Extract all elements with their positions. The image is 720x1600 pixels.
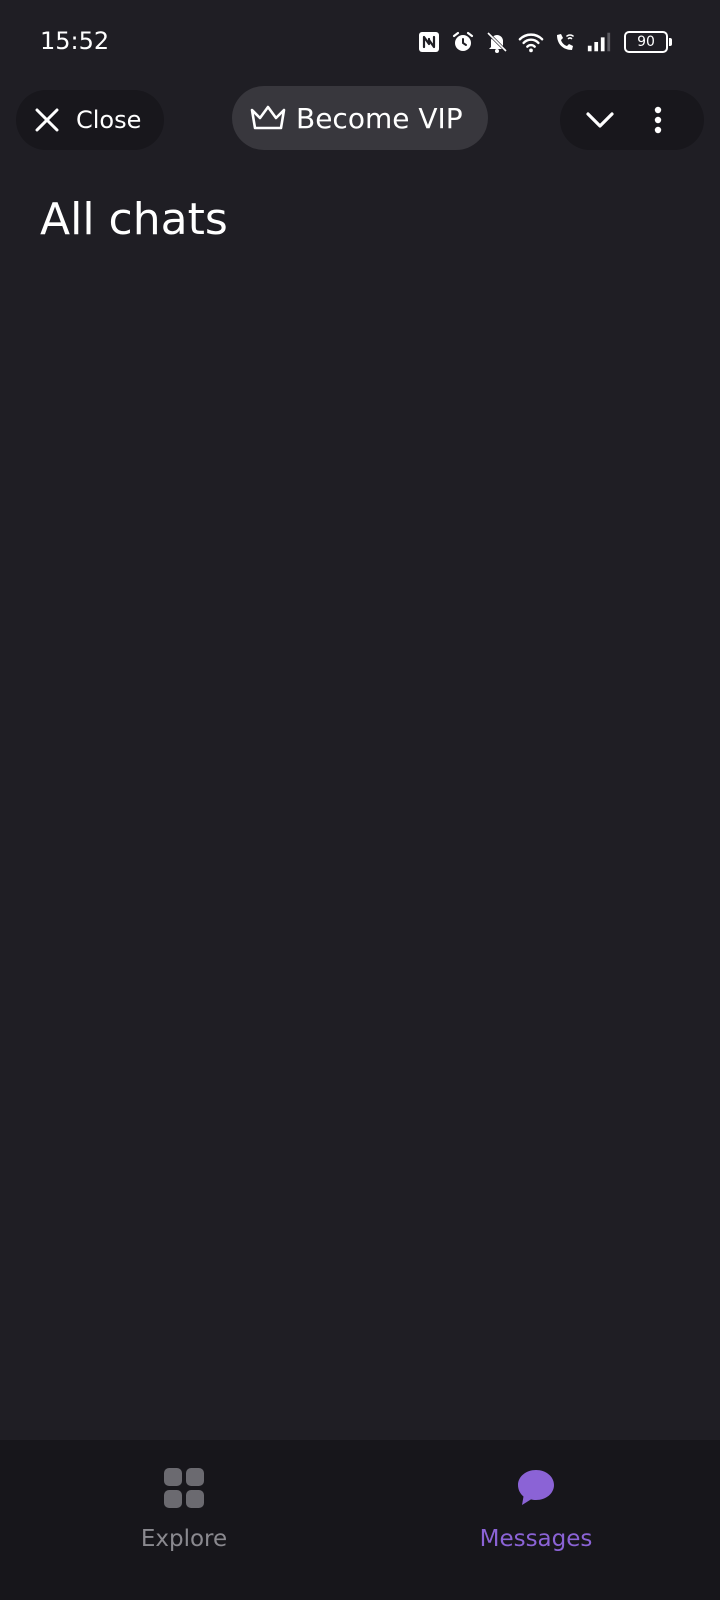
toolbar-actions bbox=[560, 90, 704, 150]
status-bar: 15:52 90 bbox=[0, 0, 720, 84]
become-vip-button[interactable]: Become VIP bbox=[232, 86, 488, 150]
nav-item-explore[interactable]: Explore bbox=[84, 1460, 284, 1580]
page-title: All chats bbox=[40, 194, 228, 245]
nfc-icon bbox=[416, 29, 442, 55]
grid-icon bbox=[160, 1464, 208, 1512]
bottom-nav: Explore Messages bbox=[0, 1440, 720, 1600]
chat-bubble-icon bbox=[512, 1464, 560, 1512]
battery-icon: 90 bbox=[624, 31, 672, 53]
close-icon bbox=[32, 105, 62, 135]
signal-icon bbox=[586, 29, 612, 55]
nav-label-explore: Explore bbox=[140, 1526, 228, 1552]
crown-icon bbox=[248, 103, 288, 133]
bell-muted-icon bbox=[484, 29, 510, 55]
alarm-icon bbox=[450, 29, 476, 55]
nav-label-messages: Messages bbox=[479, 1526, 593, 1552]
nav-item-messages[interactable]: Messages bbox=[436, 1460, 636, 1580]
close-button-label: Close bbox=[76, 106, 142, 134]
become-vip-label: Become VIP bbox=[296, 101, 463, 135]
close-button[interactable]: Close bbox=[16, 90, 164, 150]
chevron-down-icon[interactable] bbox=[582, 102, 618, 138]
status-icons: 90 bbox=[408, 28, 672, 56]
more-options-icon[interactable] bbox=[648, 102, 668, 138]
status-time: 15:52 bbox=[40, 27, 110, 55]
wifi-call-icon bbox=[552, 29, 578, 55]
wifi-icon bbox=[518, 29, 544, 55]
screen: 15:52 90 Close Become VIP All chats Expl… bbox=[0, 0, 720, 1600]
